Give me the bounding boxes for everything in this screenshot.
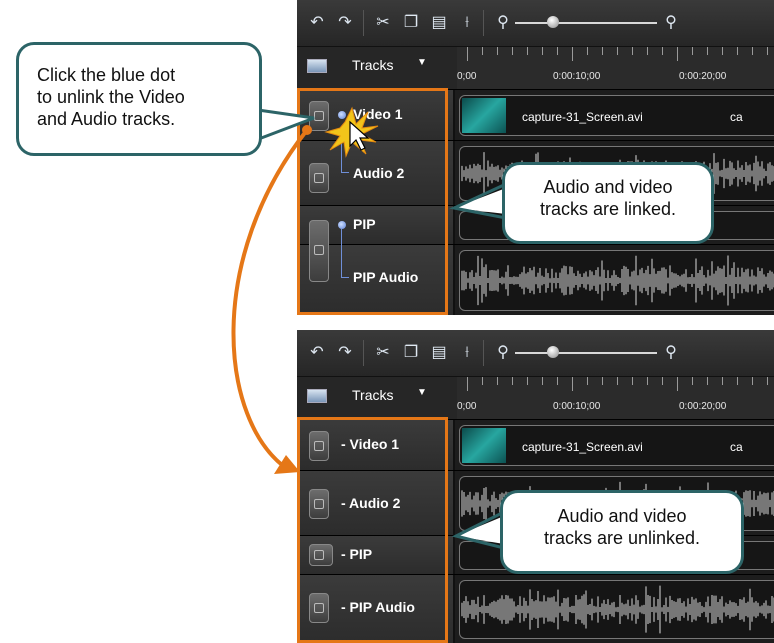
undo-icon[interactable]: ↶ <box>305 12 329 34</box>
zoom-slider[interactable] <box>515 22 657 24</box>
ruler-label: 0;00 <box>457 401 477 412</box>
callout-line: Audio and video <box>543 177 673 197</box>
undo-icon[interactable]: ↶ <box>305 342 329 364</box>
lock-icon[interactable] <box>309 220 329 282</box>
clip-name-trail: ca <box>730 110 743 124</box>
zoom-in-icon[interactable]: ⚲ <box>659 342 683 364</box>
clip-name-trail: ca <box>730 440 743 454</box>
zoom-out-icon[interactable]: ⚲ <box>491 12 515 34</box>
callout-line: Audio and video <box>557 506 687 526</box>
audio-clip[interactable] <box>459 250 774 311</box>
ruler-label: 0:00:20;00 <box>679 401 727 412</box>
callout-unlinked: Audio and video tracks are unlinked. <box>500 490 744 574</box>
toolbar-separator <box>483 340 484 366</box>
callout-unlink-instruction: Click the blue dot to unlink the Video a… <box>16 42 262 156</box>
clip-name: capture-31_Screen.avi <box>522 440 643 454</box>
ruler-label: 0:00:10;00 <box>553 401 601 412</box>
paste-icon[interactable]: ▤ <box>427 342 451 364</box>
clip-thumbnail <box>462 428 506 463</box>
tracks-header-row: Tracks ▼ 0;00 0:00:10;00 0:00:20;00 <box>297 377 774 420</box>
copy-icon[interactable]: ❐ <box>399 12 423 34</box>
ruler-label: 0;00 <box>457 71 477 82</box>
audio-waveform <box>461 585 774 634</box>
tracks-label[interactable]: Tracks <box>352 387 393 403</box>
time-ruler[interactable]: 0;00 0:00:10;00 0:00:20;00 <box>457 47 774 89</box>
redo-icon[interactable]: ↷ <box>333 342 357 364</box>
audio-clip[interactable] <box>459 580 774 639</box>
clip-name: capture-31_Screen.avi <box>522 110 643 124</box>
tracks-icon <box>307 59 327 73</box>
chevron-down-icon[interactable]: ▼ <box>417 387 427 398</box>
callout-line: and Audio tracks. <box>37 109 176 129</box>
redo-icon[interactable]: ↷ <box>333 12 357 34</box>
timeline-toolbar: ↶ ↷ ✂ ❐ ▤ ⟊ ⚲ ⚲ <box>297 0 774 47</box>
split-icon[interactable]: ⟊ <box>455 12 479 34</box>
clip-thumbnail <box>462 98 506 133</box>
cut-icon[interactable]: ✂ <box>371 12 395 34</box>
zoom-slider[interactable] <box>515 352 657 354</box>
chevron-down-icon[interactable]: ▼ <box>417 57 427 68</box>
callout-line: to unlink the Video <box>37 87 185 107</box>
paste-icon[interactable]: ▤ <box>427 12 451 34</box>
callout-line: tracks are unlinked. <box>543 528 701 548</box>
ruler-label: 0:00:10;00 <box>553 71 601 82</box>
toolbar-separator <box>363 10 364 36</box>
video-clip[interactable]: capture-31_Screen.avi ca <box>459 95 774 136</box>
tracks-label[interactable]: Tracks <box>352 57 393 73</box>
tracks-icon <box>307 389 327 403</box>
track-headers-highlight <box>297 417 448 643</box>
time-ruler[interactable]: 0;00 0:00:10;00 0:00:20;00 <box>457 377 774 419</box>
callout-line: Click the blue dot <box>37 65 176 85</box>
zoom-slider-knob[interactable] <box>547 16 559 28</box>
callout-line: tracks are linked. <box>539 199 677 219</box>
zoom-out-icon[interactable]: ⚲ <box>491 342 515 364</box>
zoom-in-icon[interactable]: ⚲ <box>659 12 683 34</box>
ruler-label: 0:00:20;00 <box>679 71 727 82</box>
callout-linked: Audio and video tracks are linked. <box>502 162 714 244</box>
cut-icon[interactable]: ✂ <box>371 342 395 364</box>
timeline-toolbar: ↶ ↷ ✂ ❐ ▤ ⟊ ⚲ ⚲ <box>297 330 774 377</box>
copy-icon[interactable]: ❐ <box>399 342 423 364</box>
toolbar-separator <box>363 340 364 366</box>
video-clip[interactable]: capture-31_Screen.avi ca <box>459 425 774 466</box>
toolbar-separator <box>483 10 484 36</box>
split-icon[interactable]: ⟊ <box>455 342 479 364</box>
zoom-slider-knob[interactable] <box>547 346 559 358</box>
tracks-header-row: Tracks ▼ 0;00 0:00:10;00 0:00:20;00 <box>297 47 774 90</box>
audio-waveform <box>461 255 774 306</box>
curved-arrow <box>231 128 309 470</box>
